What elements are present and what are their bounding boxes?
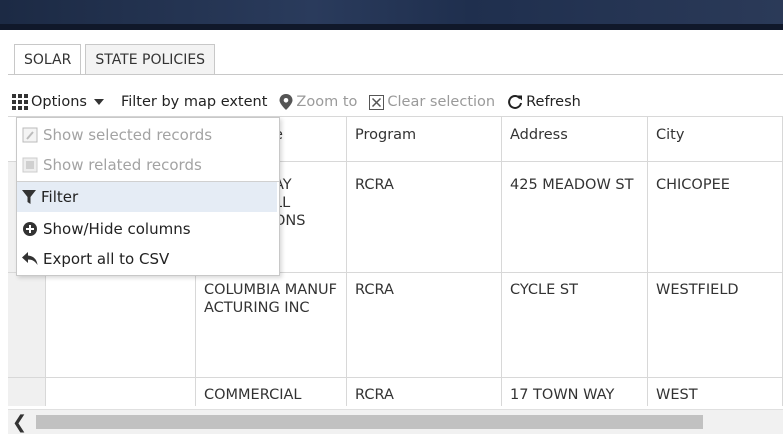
- table-cell[interactable]: CYCLE ST: [502, 273, 648, 378]
- menu-item-show-related-records[interactable]: Show related records: [17, 150, 277, 180]
- menu-item-label: Show selected records: [43, 126, 213, 144]
- plus-circle-icon: [23, 222, 37, 236]
- filter-by-map-extent-label: Filter by map extent: [120, 94, 268, 110]
- tab-solar[interactable]: SOLAR: [14, 44, 82, 75]
- select-icon: [22, 127, 38, 143]
- refresh-button[interactable]: Refresh: [507, 94, 581, 110]
- column-header-program[interactable]: Program: [347, 117, 502, 162]
- menu-item-label: Export all to CSV: [43, 250, 170, 268]
- map-header-strip: [0, 0, 783, 30]
- table-cell[interactable]: 17 TOWN WAY: [502, 378, 648, 406]
- filter-icon: [22, 190, 36, 204]
- menu-item-filter[interactable]: Filter: [17, 182, 277, 212]
- clear-box-icon: [369, 94, 385, 110]
- table-toolbar: Options Filter by map extent Zoom to Cle…: [12, 90, 593, 114]
- menu-item-label: Show related records: [43, 156, 202, 174]
- options-dropdown-menu: Show selected records Show related recor…: [16, 117, 280, 276]
- tab-bar: SOLAR STATE POLICIES: [14, 44, 219, 75]
- table-cell[interactable]: WESTFIELD: [648, 273, 783, 378]
- table-cell[interactable]: WEST: [648, 378, 783, 406]
- menu-item-label: Show/Hide columns: [43, 220, 191, 238]
- clear-selection-button[interactable]: Clear selection: [369, 94, 495, 110]
- scroll-left-icon[interactable]: ❮: [12, 412, 27, 433]
- column-header-address[interactable]: Address: [502, 117, 648, 162]
- table-cell[interactable]: RCRA: [347, 273, 502, 378]
- tab-state-policies[interactable]: STATE POLICIES: [85, 44, 216, 75]
- share-icon: [22, 252, 38, 265]
- table-cell[interactable]: COMMERCIAL: [196, 378, 347, 406]
- row-selector[interactable]: [8, 378, 46, 406]
- refresh-label: Refresh: [526, 94, 581, 110]
- options-label: Options: [31, 94, 87, 110]
- filter-by-map-extent-button[interactable]: Filter by map extent: [121, 94, 267, 110]
- table-cell[interactable]: RCRA: [347, 162, 502, 273]
- table-cell: [46, 378, 196, 406]
- refresh-icon: [508, 94, 523, 109]
- zoom-to-button[interactable]: Zoom to: [279, 94, 357, 110]
- grid-icon: [12, 94, 28, 110]
- scrollbar-thumb[interactable]: [36, 415, 703, 429]
- menu-item-show-selected-records[interactable]: Show selected records: [17, 120, 277, 150]
- table-cell[interactable]: RCRA: [347, 378, 502, 406]
- zoom-to-label: Zoom to: [296, 94, 358, 110]
- menu-item-show-hide-columns[interactable]: Show/Hide columns: [17, 214, 277, 244]
- menu-item-export-all-to-csv[interactable]: Export all to CSV: [17, 244, 277, 274]
- table-cell[interactable]: 425 MEADOW ST: [502, 162, 648, 273]
- row-selector[interactable]: [8, 273, 46, 378]
- table-cell[interactable]: CHICOPEE: [648, 162, 783, 273]
- table-cell[interactable]: COLUMBIA MANUFACTURING INC: [196, 273, 347, 378]
- tab-divider: [8, 74, 783, 75]
- related-icon: [22, 157, 38, 173]
- menu-item-label: Filter: [41, 188, 79, 206]
- map-pin-icon: [279, 94, 293, 110]
- clear-selection-label: Clear selection: [387, 94, 496, 110]
- horizontal-scrollbar[interactable]: ❮: [8, 409, 783, 434]
- table-cell: [46, 273, 196, 378]
- column-header-city[interactable]: City: [648, 117, 783, 162]
- chevron-down-icon: [93, 99, 104, 105]
- options-button[interactable]: Options: [12, 94, 109, 110]
